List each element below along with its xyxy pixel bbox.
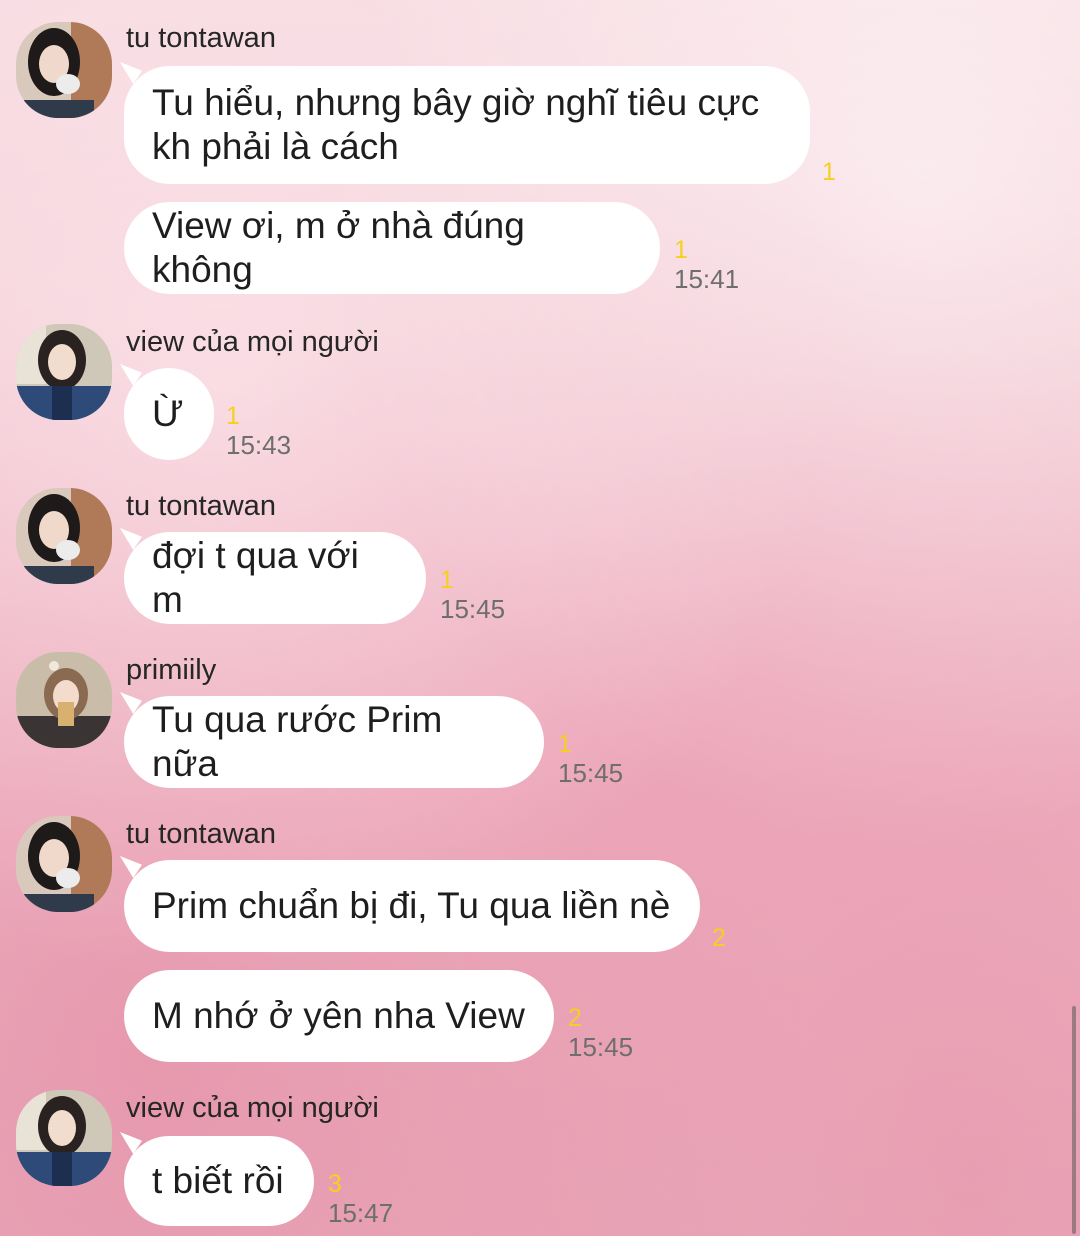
scrollbar[interactable] — [1072, 1006, 1076, 1234]
profile-photo-icon — [16, 1090, 112, 1186]
unread-count: 2 — [712, 924, 726, 952]
message-meta: 2 — [712, 924, 726, 952]
sender-name: view của mọi người — [126, 326, 379, 358]
message-meta: 1 15:45 — [440, 566, 505, 624]
message-time: 15:45 — [568, 1032, 634, 1062]
message-bubble[interactable]: Ừ — [124, 368, 214, 460]
message-meta: 2 15:45 — [568, 1004, 633, 1062]
avatar-tu-tontawan[interactable] — [16, 488, 112, 584]
unread-count: 1 — [440, 566, 454, 594]
sender-name: tu tontawan — [126, 490, 276, 522]
message-time: 15:45 — [558, 758, 624, 788]
avatar-view[interactable] — [16, 324, 112, 420]
profile-photo-icon — [16, 816, 112, 912]
message-meta: 3 15:47 — [328, 1170, 393, 1228]
message-bubble[interactable]: View ơi, m ở nhà đúng không — [124, 202, 660, 294]
avatar-tu-tontawan[interactable] — [16, 816, 112, 912]
message-meta: 1 15:41 — [674, 236, 739, 294]
profile-photo-icon — [16, 324, 112, 420]
sender-name: view của mọi người — [126, 1092, 379, 1124]
chat-thread[interactable]: tu tontawan Tu hiểu, nhưng bây giờ nghĩ … — [0, 0, 1080, 1236]
avatar-primiily[interactable] — [16, 652, 112, 748]
sender-name: tu tontawan — [126, 22, 276, 54]
message-bubble[interactable]: M nhớ ở yên nha View — [124, 970, 554, 1062]
unread-count: 1 — [558, 730, 572, 758]
profile-photo-icon — [16, 22, 112, 118]
message-meta: 1 15:43 — [226, 402, 291, 460]
unread-count: 3 — [328, 1170, 342, 1198]
message-meta: 1 — [822, 158, 836, 186]
message-bubble[interactable]: t biết rồi — [124, 1136, 314, 1226]
message-time: 15:45 — [440, 594, 506, 624]
message-time: 15:41 — [674, 264, 740, 294]
unread-count: 1 — [226, 402, 240, 430]
unread-count: 1 — [822, 158, 836, 186]
message-meta: 1 15:45 — [558, 730, 623, 788]
sender-name: primiily — [126, 654, 217, 686]
message-bubble[interactable]: đợi t qua với m — [124, 532, 426, 624]
unread-count: 2 — [568, 1004, 582, 1032]
avatar-tu-tontawan[interactable] — [16, 22, 112, 118]
profile-photo-icon — [16, 488, 112, 584]
sender-name: tu tontawan — [126, 818, 276, 850]
message-time: 15:43 — [226, 430, 292, 460]
unread-count: 1 — [674, 236, 688, 264]
profile-photo-icon — [16, 652, 112, 748]
message-time: 15:47 — [328, 1198, 394, 1228]
message-bubble[interactable]: Prim chuẩn bị đi, Tu qua liền nè — [124, 860, 700, 952]
message-bubble[interactable]: Tu hiểu, nhưng bây giờ nghĩ tiêu cực kh … — [124, 66, 810, 184]
message-bubble[interactable]: Tu qua rước Prim nữa — [124, 696, 544, 788]
avatar-view[interactable] — [16, 1090, 112, 1186]
